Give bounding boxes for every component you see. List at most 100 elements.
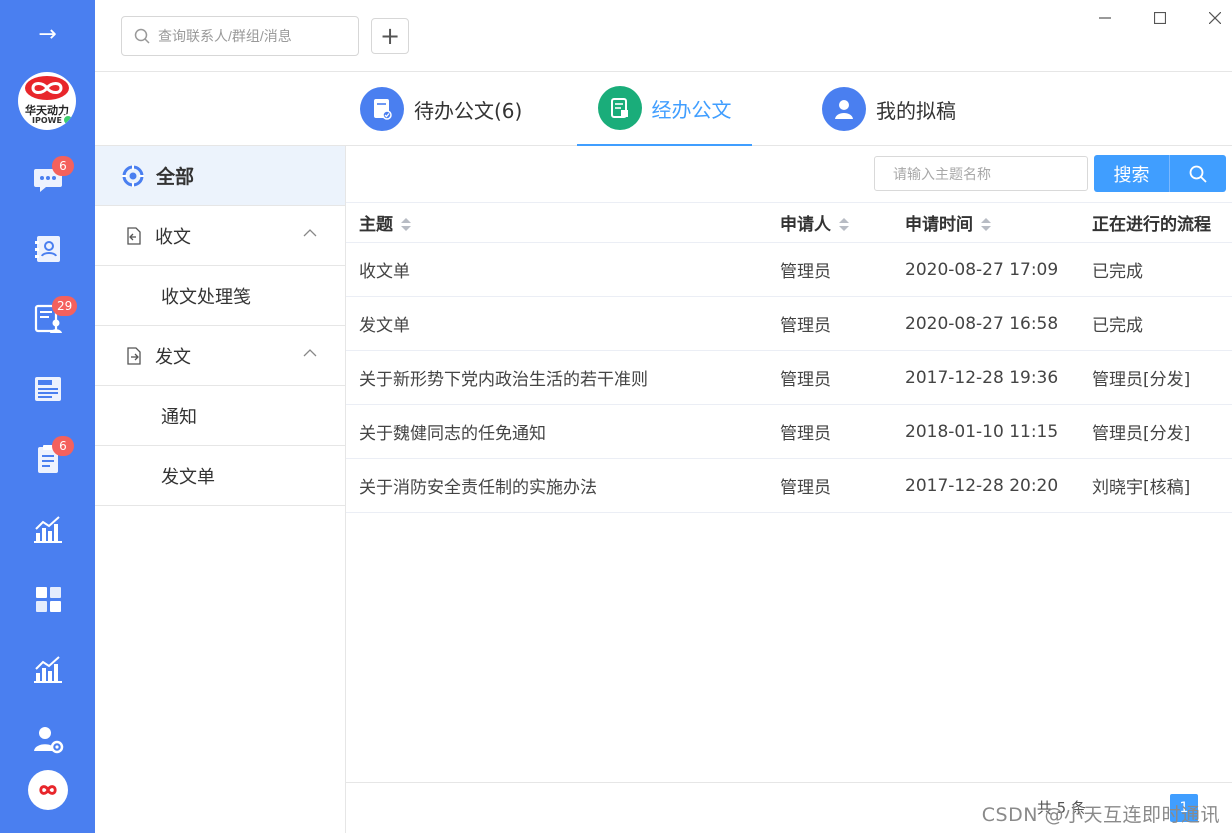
cell-applicant: 管理员 bbox=[767, 458, 892, 513]
category-send-form-label: 发文单 bbox=[161, 466, 215, 488]
search-icon-button[interactable] bbox=[1169, 155, 1226, 192]
sort-icon[interactable] bbox=[839, 218, 849, 232]
cell-process: 已完成 bbox=[1079, 242, 1232, 297]
table-row[interactable]: 收文单 管理员 2020-08-27 17:09 已完成 bbox=[346, 242, 1232, 297]
subject-filter-input[interactable] bbox=[874, 156, 1088, 191]
cell-apply-time: 2018-01-10 11:15 bbox=[892, 404, 1079, 459]
table-row[interactable]: 关于消防安全责任制的实施办法 管理员 2017-12-28 20:20 刘晓宇[… bbox=[346, 458, 1232, 513]
table-row[interactable]: 关于魏健同志的任免通知 管理员 2018-01-10 11:15 管理员[分发] bbox=[346, 404, 1232, 459]
rail-item-messages[interactable]: 6 bbox=[0, 154, 95, 204]
cell-process: 已完成 bbox=[1079, 296, 1232, 351]
column-header-label: 申请人 bbox=[780, 215, 831, 235]
category-all-label: 全部 bbox=[156, 166, 195, 188]
cell-applicant: 管理员 bbox=[767, 296, 892, 351]
news-icon bbox=[34, 377, 61, 401]
close-button[interactable] bbox=[1200, 6, 1230, 30]
cell-applicant: 管理员 bbox=[767, 404, 892, 459]
chevron-up-icon[interactable] bbox=[303, 228, 317, 238]
apps-grid-icon bbox=[35, 587, 61, 612]
rail-item-tasks[interactable]: 6 bbox=[0, 434, 95, 484]
sort-icon[interactable] bbox=[401, 218, 411, 232]
global-search-input[interactable] bbox=[158, 28, 348, 44]
cell-apply-time: 2020-08-27 17:09 bbox=[892, 242, 1079, 297]
maximize-button[interactable] bbox=[1145, 6, 1175, 30]
tab-label: 待办公文(6) bbox=[414, 98, 523, 123]
category-send-form[interactable]: 发文单 bbox=[95, 446, 345, 506]
document-out-icon bbox=[127, 346, 141, 365]
documents-badge: 29 bbox=[52, 296, 78, 316]
cell-subject[interactable]: 收文单 bbox=[346, 242, 767, 297]
cell-subject[interactable]: 关于消防安全责任制的实施办法 bbox=[346, 458, 767, 513]
category-notice[interactable]: 通知 bbox=[95, 386, 345, 446]
minimize-button[interactable] bbox=[1090, 6, 1120, 30]
online-status-dot bbox=[62, 114, 74, 126]
chart-icon bbox=[33, 516, 62, 543]
user-settings-icon bbox=[33, 727, 63, 754]
cell-process: 管理员[分发] bbox=[1079, 404, 1232, 459]
target-icon bbox=[122, 164, 144, 187]
column-header-subject[interactable]: 主题 bbox=[346, 202, 767, 243]
column-header-process: 正在进行的流程 bbox=[1079, 202, 1232, 243]
rail-item-contacts[interactable] bbox=[0, 224, 95, 274]
table-row[interactable]: 关于新形势下党内政治生活的若干准则 管理员 2017-12-28 19:36 管… bbox=[346, 350, 1232, 405]
column-header-label: 主题 bbox=[359, 215, 393, 235]
tab-label: 经办公文 bbox=[651, 97, 732, 122]
column-header-label: 正在进行的流程 bbox=[1092, 215, 1211, 235]
app-sidebar: → 华天动力 IPOWE 6 29 6 bbox=[0, 0, 95, 833]
top-bar: + bbox=[95, 0, 1232, 72]
cell-apply-time: 2020-08-27 16:58 bbox=[892, 296, 1079, 351]
cell-apply-time: 2017-12-28 20:20 bbox=[892, 458, 1079, 513]
page-number-button[interactable]: 1 bbox=[1170, 794, 1198, 822]
cell-applicant: 管理员 bbox=[767, 350, 892, 405]
search-button[interactable]: 搜索 bbox=[1094, 155, 1169, 192]
document-list-panel: 搜索 主题 申请人 申请时间 正在进行的流程 收文单 管理员 2020-08-2… bbox=[346, 146, 1232, 833]
rail-item-documents[interactable]: 29 bbox=[0, 294, 95, 344]
user-avatar[interactable]: 华天动力 IPOWE bbox=[18, 72, 76, 130]
maximize-icon bbox=[1154, 12, 1166, 24]
document-in-icon bbox=[127, 226, 141, 245]
pending-document-icon bbox=[360, 87, 404, 131]
add-button[interactable]: + bbox=[371, 18, 409, 54]
rail-item-reports[interactable] bbox=[0, 644, 95, 694]
category-receive[interactable]: 收文 bbox=[95, 206, 345, 266]
category-receive-label: 收文 bbox=[155, 226, 191, 248]
cell-apply-time: 2017-12-28 19:36 bbox=[892, 350, 1079, 405]
category-send-label: 发文 bbox=[155, 346, 191, 368]
category-notice-label: 通知 bbox=[161, 406, 197, 428]
column-header-label: 申请时间 bbox=[905, 215, 973, 235]
cell-subject[interactable]: 关于新形势下党内政治生活的若干准则 bbox=[346, 350, 767, 405]
sort-icon[interactable] bbox=[981, 218, 991, 232]
chevron-up-icon[interactable] bbox=[303, 348, 317, 358]
column-header-apply-time[interactable]: 申请时间 bbox=[892, 202, 1079, 243]
cell-subject[interactable]: 关于魏健同志的任免通知 bbox=[346, 404, 767, 459]
rail-item-apps[interactable] bbox=[0, 574, 95, 624]
table-row[interactable]: 发文单 管理员 2020-08-27 16:58 已完成 bbox=[346, 296, 1232, 351]
handled-document-icon bbox=[597, 86, 642, 130]
rail-item-news[interactable] bbox=[0, 364, 95, 414]
column-header-applicant[interactable]: 申请人 bbox=[767, 202, 892, 243]
brand-mini-logo[interactable] bbox=[28, 770, 68, 810]
search-icon bbox=[1189, 165, 1207, 183]
tab-pending-documents[interactable]: 待办公文(6) bbox=[360, 72, 522, 146]
table-header-row: 主题 申请人 申请时间 正在进行的流程 bbox=[346, 202, 1232, 243]
cell-process: 管理员[分发] bbox=[1079, 350, 1232, 405]
search-icon bbox=[134, 28, 150, 44]
rail-item-statistics[interactable] bbox=[0, 504, 95, 554]
category-receive-form[interactable]: 收文处理笺 bbox=[95, 266, 345, 326]
rail-item-user-settings[interactable] bbox=[0, 714, 95, 764]
category-all[interactable]: 全部 bbox=[95, 146, 345, 206]
minimize-icon bbox=[1099, 17, 1111, 19]
cell-subject[interactable]: 发文单 bbox=[346, 296, 767, 351]
pagination: 共 5 条 1 bbox=[346, 782, 1232, 833]
chart-icon bbox=[33, 656, 62, 683]
tab-my-drafts[interactable]: 我的拟稿 bbox=[822, 72, 956, 146]
user-icon bbox=[822, 87, 866, 131]
category-send[interactable]: 发文 bbox=[95, 326, 345, 386]
tab-handled-documents[interactable]: 经办公文 bbox=[577, 72, 752, 146]
expand-sidebar-icon[interactable]: → bbox=[0, 20, 95, 50]
total-count: 共 5 条 bbox=[1036, 799, 1086, 817]
cell-applicant: 管理员 bbox=[767, 242, 892, 297]
cell-process: 刘晓宇[核稿] bbox=[1079, 458, 1232, 513]
contacts-icon bbox=[34, 236, 60, 262]
global-search[interactable] bbox=[121, 16, 359, 56]
